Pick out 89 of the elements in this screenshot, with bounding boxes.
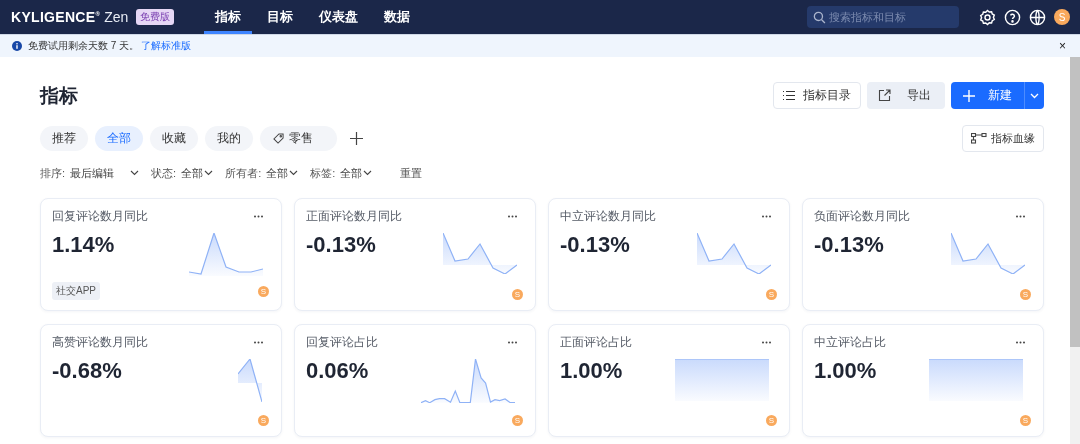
metric-title: 回复评论数月同比 bbox=[52, 208, 148, 225]
metric-card[interactable]: 回复评论占比 0.06% S bbox=[294, 324, 536, 437]
filter-chip[interactable]: 全部 bbox=[95, 126, 143, 151]
metric-value: -0.13% bbox=[306, 232, 376, 258]
metric-value: -0.13% bbox=[814, 232, 884, 258]
list-icon bbox=[783, 90, 795, 101]
product-name: Zen bbox=[104, 9, 129, 25]
metric-card[interactable]: 中立评论数月同比 -0.13% S bbox=[548, 198, 790, 311]
create-button[interactable]: 新建 bbox=[951, 82, 1024, 109]
metric-title: 负面评论数月同比 bbox=[814, 208, 910, 225]
filter-label: 标签: bbox=[310, 165, 336, 181]
metric-value: 1.00% bbox=[814, 358, 877, 384]
chevron-icon[interactable] bbox=[204, 170, 214, 176]
filter-value[interactable]: 全部 bbox=[340, 165, 363, 181]
more-icon[interactable] bbox=[508, 341, 517, 344]
metric-card[interactable]: 中立评论占比 1.00% S bbox=[802, 324, 1044, 437]
lineage-icon bbox=[971, 133, 987, 144]
metric-card[interactable]: 高赞评论数月同比 -0.68% S bbox=[40, 324, 282, 437]
owner-avatar: S bbox=[512, 415, 523, 426]
metric-tag: 社交APP bbox=[52, 282, 100, 300]
filter-label: 排序: bbox=[40, 165, 66, 181]
more-icon[interactable] bbox=[762, 215, 771, 218]
metric-value: 0.06% bbox=[306, 358, 369, 384]
chevron-icon[interactable] bbox=[363, 170, 373, 176]
more-icon[interactable] bbox=[762, 341, 771, 344]
metric-card[interactable]: 正面评论数月同比 -0.13% S bbox=[294, 198, 536, 311]
plus-icon bbox=[963, 89, 975, 102]
plan-badge: 免费版 bbox=[136, 9, 175, 25]
filter-chip[interactable]: 收藏 bbox=[150, 126, 198, 151]
scrollbar-thumb[interactable] bbox=[1070, 57, 1080, 347]
filter-value[interactable]: 全部 bbox=[266, 165, 289, 181]
metric-title: 中立评论占比 bbox=[814, 334, 886, 351]
nav-tab[interactable]: 仪表盘 bbox=[308, 0, 370, 34]
metric-title: 正面评论数月同比 bbox=[306, 208, 402, 225]
caret-icon bbox=[1030, 92, 1039, 99]
search-icon bbox=[813, 11, 826, 24]
info-icon bbox=[12, 41, 22, 51]
lineage-button[interactable]: 指标血缘 bbox=[962, 125, 1044, 152]
brand-logo: KYLIGENCE$^{®}$ bbox=[11, 9, 101, 25]
tag-icon bbox=[273, 133, 284, 144]
filter-chip[interactable]: 我的 bbox=[205, 126, 253, 151]
catalog-button[interactable]: 指标目录 bbox=[773, 82, 861, 109]
metric-card[interactable]: 负面评论数月同比 -0.13% S bbox=[802, 198, 1044, 311]
owner-avatar: S bbox=[258, 285, 269, 297]
close-button[interactable]: × bbox=[1059, 39, 1066, 53]
metric-value: 1.00% bbox=[560, 358, 623, 384]
owner-avatar: S bbox=[766, 415, 777, 426]
export-button[interactable]: 导出 bbox=[867, 82, 945, 109]
owner-avatar: S bbox=[1020, 289, 1031, 300]
metric-title: 回复评论占比 bbox=[306, 334, 378, 351]
settings-icon[interactable] bbox=[979, 8, 996, 26]
more-icon[interactable] bbox=[254, 341, 263, 344]
help-icon[interactable] bbox=[1004, 8, 1021, 26]
metric-title: 正面评论占比 bbox=[560, 334, 632, 351]
reset-button[interactable]: 重置 bbox=[400, 165, 423, 181]
search-field[interactable]: 搜索指标和目标 bbox=[807, 6, 959, 28]
upgrade-link[interactable]: 了解标准版 bbox=[141, 39, 192, 53]
filter-chip[interactable]: 推荐 bbox=[40, 126, 88, 151]
chevron-icon[interactable] bbox=[289, 170, 299, 176]
metric-title: 高赞评论数月同比 bbox=[52, 334, 148, 351]
page-title: 指标 bbox=[40, 83, 78, 108]
owner-avatar: S bbox=[766, 289, 777, 300]
more-icon[interactable] bbox=[1016, 341, 1025, 344]
chevron-icon[interactable] bbox=[130, 170, 140, 176]
filter-value[interactable]: 全部 bbox=[181, 165, 204, 181]
export-icon bbox=[878, 89, 891, 102]
owner-avatar: S bbox=[512, 289, 523, 300]
more-icon[interactable] bbox=[254, 215, 263, 218]
create-menu-button[interactable] bbox=[1024, 82, 1044, 109]
filter-chip[interactable]: 零售 bbox=[260, 126, 337, 151]
owner-avatar: S bbox=[1020, 415, 1031, 426]
metric-card[interactable]: 回复评论数月同比 1.14% 社交APP S bbox=[40, 198, 282, 311]
nav-tab[interactable]: 目标 bbox=[256, 0, 305, 34]
filter-value[interactable]: 最后编辑 bbox=[70, 165, 115, 181]
metric-value: -0.68% bbox=[52, 358, 122, 384]
globe-icon[interactable] bbox=[1029, 8, 1046, 26]
nav-tab[interactable]: 数据 bbox=[373, 0, 422, 34]
more-icon[interactable] bbox=[1016, 215, 1025, 218]
filter-label: 状态: bbox=[151, 165, 177, 181]
sparkline-chart bbox=[238, 359, 262, 402]
metric-card[interactable]: 正面评论占比 1.00% S bbox=[548, 324, 790, 437]
owner-avatar: S bbox=[258, 415, 269, 426]
trial-message: 免费试用剩余天数 7 天。 bbox=[28, 39, 140, 53]
metric-title: 中立评论数月同比 bbox=[560, 208, 656, 225]
add-icon[interactable] bbox=[350, 132, 363, 145]
metric-value: -0.13% bbox=[560, 232, 630, 258]
metric-value: 1.14% bbox=[52, 232, 115, 258]
more-icon[interactable] bbox=[508, 215, 517, 218]
filter-label: 所有者: bbox=[225, 165, 262, 181]
